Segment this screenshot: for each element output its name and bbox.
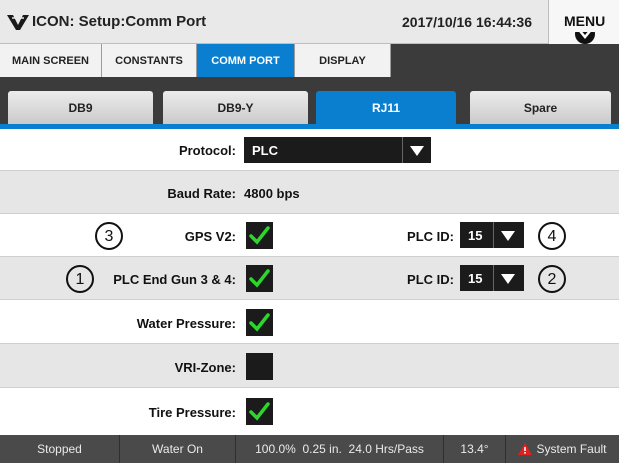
tab-constants[interactable]: CONSTANTS [102,44,197,77]
protocol-row: Protocol: PLC [0,129,619,171]
end-gun-plc-id-value: 15 [468,271,483,286]
callout-2: 2 [538,265,566,293]
menu-label: MENU [564,13,606,29]
status-water: Water On [120,435,236,463]
tire-pressure-checkbox[interactable] [246,398,273,425]
protocol-dropdown[interactable]: PLC [244,137,431,163]
baud-rate-row: Baud Rate: 4800 bps [0,171,619,214]
plc-end-gun-row: 1 PLC End Gun 3 & 4: PLC ID: 15 2 [0,257,619,300]
chevron-down-icon [575,32,595,44]
status-angle: 13.4° [444,435,506,463]
tab-db9-y[interactable]: DB9-Y [163,91,308,125]
plc-end-gun-checkbox[interactable] [246,265,273,292]
datetime-display: 2017/10/16 16:44:36 [402,14,532,30]
vri-zone-row: VRI-Zone: [0,344,619,388]
water-pressure-label: Water Pressure: [136,316,236,331]
protocol-value: PLC [252,143,278,158]
gps-v2-label: GPS V2: [184,229,236,244]
gps-plc-id-value: 15 [468,228,483,243]
gps-plc-id-dropdown[interactable]: 15 [460,222,524,248]
status-bar: Stopped Water On 100.0% 0.25 in. 24.0 Hr… [0,435,619,463]
main-tab-bar: MAIN SCREEN CONSTANTS COMM PORT DISPLAY [0,44,619,77]
dropdown-divider [493,222,494,248]
status-percent: 100.0% [255,442,296,456]
tire-pressure-label: Tire Pressure: [148,405,236,420]
checkmark-icon [249,269,270,288]
tab-main-screen[interactable]: MAIN SCREEN [0,44,102,77]
checkmark-icon [249,226,270,245]
status-application: 100.0% 0.25 in. 24.0 Hrs/Pass [236,435,444,463]
status-depth: 0.25 in. [302,442,342,456]
tab-spare[interactable]: Spare [470,91,611,125]
gps-v2-row: 3 GPS V2: PLC ID: 15 4 [0,214,619,257]
dropdown-arrow-icon [501,231,515,241]
valley-logo-icon [7,15,29,30]
tab-rj11[interactable]: RJ11 [316,91,456,125]
end-gun-plc-id-label: PLC ID: [407,272,454,287]
port-tab-bar: DB9 DB9-Y RJ11 Spare [0,77,619,125]
water-pressure-checkbox[interactable] [246,309,273,336]
vri-zone-label: VRI-Zone: [174,360,236,375]
callout-4: 4 [538,222,566,250]
plc-end-gun-label: PLC End Gun 3 & 4: [113,272,236,287]
dropdown-divider [493,265,494,291]
baud-rate-value: 4800 bps [244,186,300,201]
menu-button[interactable]: MENU [548,0,619,44]
protocol-label: Protocol: [178,143,236,158]
tire-pressure-row: Tire Pressure: [0,388,619,435]
water-pressure-row: Water Pressure: [0,300,619,344]
checkmark-icon [249,402,270,421]
warning-icon [518,443,533,455]
callout-3: 3 [95,222,123,250]
end-gun-plc-id-dropdown[interactable]: 15 [460,265,524,291]
baud-rate-label: Baud Rate: [167,186,236,201]
dropdown-arrow-icon [410,146,424,156]
status-hrs-pass: 24.0 Hrs/Pass [348,442,424,456]
callout-1: 1 [66,265,94,293]
tab-comm-port[interactable]: COMM PORT [197,44,295,77]
gps-plc-id-label: PLC ID: [407,229,454,244]
dropdown-divider [402,137,403,163]
page-title: ICON: Setup:Comm Port [32,13,207,30]
header-bar: ICON: Setup:Comm Port 2017/10/16 16:44:3… [0,0,619,44]
gps-v2-checkbox[interactable] [246,222,273,249]
status-fault[interactable]: System Fault [506,435,619,463]
tab-db9[interactable]: DB9 [8,91,153,125]
status-state: Stopped [0,435,120,463]
checkmark-icon [249,313,270,332]
dropdown-arrow-icon [501,274,515,284]
status-fault-label: System Fault [536,442,607,456]
vri-zone-checkbox[interactable] [246,353,273,380]
tab-display[interactable]: DISPLAY [295,44,391,77]
